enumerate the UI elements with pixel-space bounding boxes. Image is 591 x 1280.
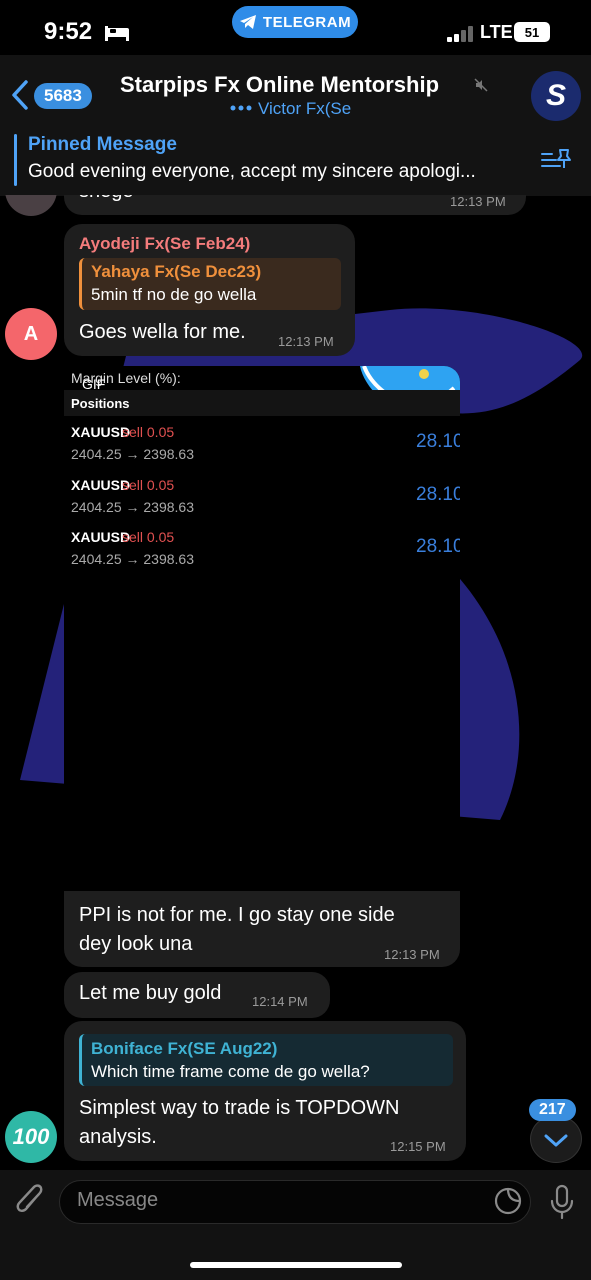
position-prices: 2404.25 → 2398.63 — [71, 446, 194, 462]
attach-icon[interactable] — [14, 1183, 46, 1219]
message-text: Let me buy gold — [79, 982, 222, 1004]
mute-icon — [474, 78, 488, 92]
chat-subtitle: Victor Fx(Se — [258, 99, 352, 118]
message-time: 12:13 PM — [450, 194, 506, 209]
position-profit: 28.10 — [416, 484, 460, 505]
message-time: 12:15 PM — [390, 1139, 446, 1154]
position-side: sell 0.05 — [122, 529, 175, 545]
sticker-icon[interactable] — [494, 1187, 522, 1215]
mic-icon[interactable] — [549, 1184, 575, 1220]
typing-dots-icon — [230, 105, 252, 111]
position-side: sell 0.05 — [122, 424, 175, 440]
message-text: analysis. — [79, 1126, 157, 1148]
battery-indicator: 51 — [514, 22, 550, 42]
message-time: 12:13 PM — [278, 334, 334, 349]
avatar[interactable]: A — [5, 308, 57, 360]
back-chevron-icon[interactable] — [10, 80, 30, 110]
reply-text: 5min tf no de go wella — [91, 285, 257, 304]
gif-media[interactable]: Margin Level (%): Positions XAUUSD sell … — [64, 366, 460, 891]
message-text: dey look una — [79, 933, 193, 955]
positions-label: Positions — [71, 396, 130, 411]
chevron-down-icon — [544, 1134, 568, 1147]
position-profit: 28.10 — [416, 431, 460, 452]
bed-icon — [105, 26, 129, 41]
message-text: PPI is not for me. I go stay one side — [79, 904, 395, 926]
pinned-indicator — [14, 134, 17, 186]
pinned-label: Pinned Message — [28, 134, 177, 155]
message-placeholder: Message — [77, 1189, 159, 1211]
message-text: Goes wella for me. — [79, 321, 246, 343]
message-time: 12:13 PM — [384, 947, 440, 962]
pinned-text: Good evening everyone, accept my sincere… — [28, 161, 476, 182]
reply-sender: Yahaya Fx(Se Dec23) — [91, 262, 262, 281]
message-time: 12:14 PM — [252, 994, 308, 1009]
message-text: Simplest way to trade is TOPDOWN — [79, 1097, 400, 1119]
avatar[interactable]: 100 — [5, 1111, 57, 1163]
chat-title[interactable]: Starpips Fx Online Mentorship — [120, 72, 439, 98]
telegram-icon — [239, 15, 256, 29]
position-prices: 2404.25 → 2398.63 — [71, 551, 194, 567]
position-side: sell 0.05 — [122, 477, 175, 493]
network-type: LTE — [480, 22, 513, 42]
reply-sender: Boniface Fx(SE Aug22) — [91, 1039, 278, 1058]
reply-text: Which time frame come de go wella? — [91, 1062, 370, 1081]
group-avatar[interactable]: S — [531, 71, 581, 121]
telegram-pill[interactable]: TELEGRAM — [232, 6, 358, 38]
gif-badge: GIF — [82, 376, 106, 392]
unread-count-badge[interactable]: 217 — [529, 1099, 576, 1121]
position-prices: 2404.25 → 2398.63 — [71, 499, 194, 515]
pin-list-icon[interactable] — [540, 146, 572, 174]
scroll-down-button[interactable] — [530, 1115, 582, 1163]
telegram-pill-label: TELEGRAM — [262, 13, 352, 31]
signal-icon — [447, 26, 473, 42]
message-sender[interactable]: Ayodeji Fx(Se Feb24) — [79, 234, 250, 254]
home-indicator — [190, 1262, 402, 1268]
back-unread-count[interactable]: 5683 — [34, 83, 92, 109]
status-time: 9:52 — [44, 18, 93, 45]
position-profit: 28.10 — [416, 536, 460, 557]
